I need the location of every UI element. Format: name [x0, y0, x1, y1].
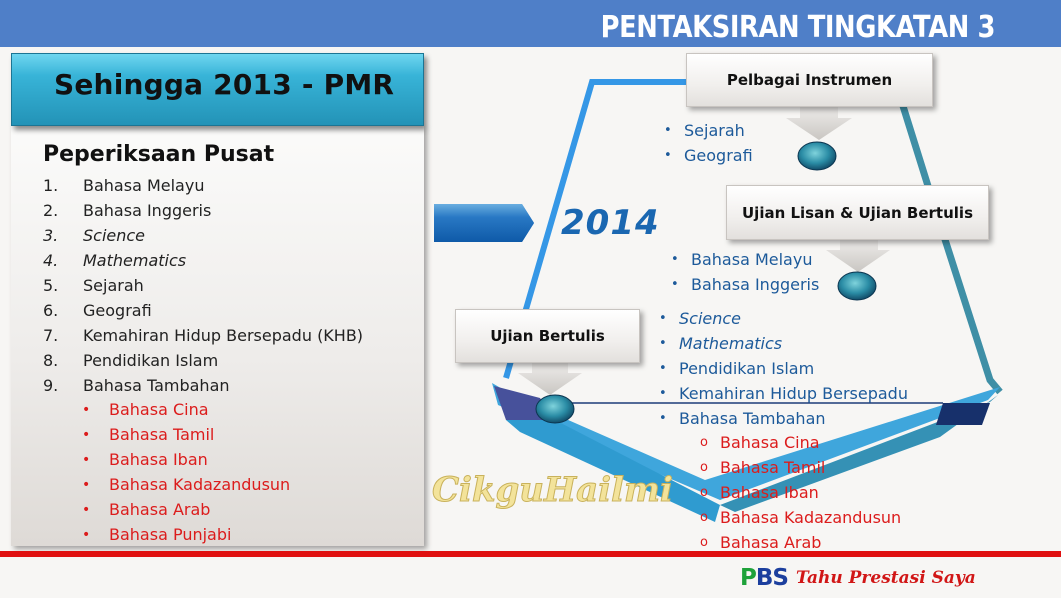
circle-bullet-icon: o	[700, 460, 708, 475]
timeline-arrow-icon	[434, 204, 534, 242]
ball-icon	[535, 394, 575, 424]
bertulis-subject-list: • Science • Mathematics • Pendidikan Islam …	[659, 306, 908, 431]
item-label: Pendidikan Islam	[679, 359, 815, 378]
circle-bullet-icon: o	[700, 535, 708, 550]
bullet-icon: •	[659, 386, 667, 401]
ball-icon	[837, 271, 877, 301]
callout-ujian-bertulis: Ujian Bertulis	[455, 309, 640, 363]
item-label: Bahasa Cina	[720, 433, 820, 452]
list-item: • Science	[659, 306, 908, 331]
bullet-icon: •	[664, 123, 672, 138]
circle-bullet-icon: o	[700, 510, 708, 525]
callout-ujian-lisan-bertulis: Ujian Lisan & Ujian Bertulis	[726, 185, 989, 240]
year-label: 2014	[561, 203, 660, 243]
list-item: • Bahasa Melayu	[671, 247, 819, 272]
diagram-base-front-right	[936, 403, 990, 425]
list-item: o Bahasa Iban	[700, 480, 901, 505]
item-label: Bahasa Tamil	[720, 458, 826, 477]
pointer-arrow-3	[518, 363, 582, 395]
pbs-logo: P B S Tahu Prestasi Saya	[740, 565, 976, 591]
bullet-icon: •	[659, 411, 667, 426]
item-label: Sejarah	[684, 121, 745, 140]
circle-bullet-icon: o	[700, 485, 708, 500]
callout-pelbagai-instrumen: Pelbagai Instrumen	[686, 53, 933, 107]
list-item: • Geografi	[664, 143, 753, 168]
list-item: • Sejarah	[664, 118, 753, 143]
item-label: Bahasa Inggeris	[691, 275, 820, 294]
list-item: o Bahasa Kadazandusun	[700, 505, 901, 530]
item-label: Bahasa Tambahan	[679, 409, 826, 428]
pointer-arrow-2	[826, 240, 890, 272]
pbs-letter-p: P	[740, 565, 757, 591]
pbs-letter-s: S	[772, 565, 789, 591]
bullet-icon: •	[659, 336, 667, 351]
list-item: • Pendidikan Islam	[659, 356, 908, 381]
bullet-icon: •	[659, 361, 667, 376]
item-label: Kemahiran Hidup Bersepadu	[679, 384, 908, 403]
list-item: o Bahasa Cina	[700, 430, 901, 455]
item-label: Bahasa Melayu	[691, 250, 813, 269]
list-item: • Kemahiran Hidup Bersepadu	[659, 381, 908, 406]
footer-divider	[0, 551, 1061, 557]
bullet-icon: •	[671, 277, 679, 292]
tambahan-language-list: o Bahasa Cina o Bahasa Tamil o Bahasa Iban …	[700, 430, 901, 555]
list-item: • Mathematics	[659, 331, 908, 356]
watermark-logo: CikguHailmi	[432, 470, 674, 511]
lisan-subject-list: • Bahasa Melayu • Bahasa Inggeris	[671, 247, 819, 297]
list-item: o Bahasa Tamil	[700, 455, 901, 480]
list-item: • Bahasa Inggeris	[671, 272, 819, 297]
circle-bullet-icon: o	[700, 435, 708, 450]
item-label: Geografi	[684, 146, 753, 165]
bullet-icon: •	[659, 311, 667, 326]
item-label: Bahasa Iban	[720, 483, 819, 502]
bullet-icon: •	[664, 148, 672, 163]
item-label: Bahasa Kadazandusun	[720, 508, 902, 527]
footer-tagline: Tahu Prestasi Saya	[795, 568, 976, 588]
item-label: Science	[679, 309, 742, 328]
bullet-icon: •	[671, 252, 679, 267]
diagram-edge-right	[899, 104, 1003, 395]
list-item: • Bahasa Tambahan	[659, 406, 908, 431]
ball-icon	[797, 141, 837, 171]
instrumen-subject-list: • Sejarah • Geografi	[664, 118, 753, 168]
pointer-arrow-1	[786, 107, 852, 140]
pbs-wordmark-icon: P B S	[740, 565, 789, 591]
pbs-letter-b: B	[755, 565, 774, 591]
item-label: Bahasa Arab	[720, 533, 822, 552]
item-label: Mathematics	[679, 334, 783, 353]
